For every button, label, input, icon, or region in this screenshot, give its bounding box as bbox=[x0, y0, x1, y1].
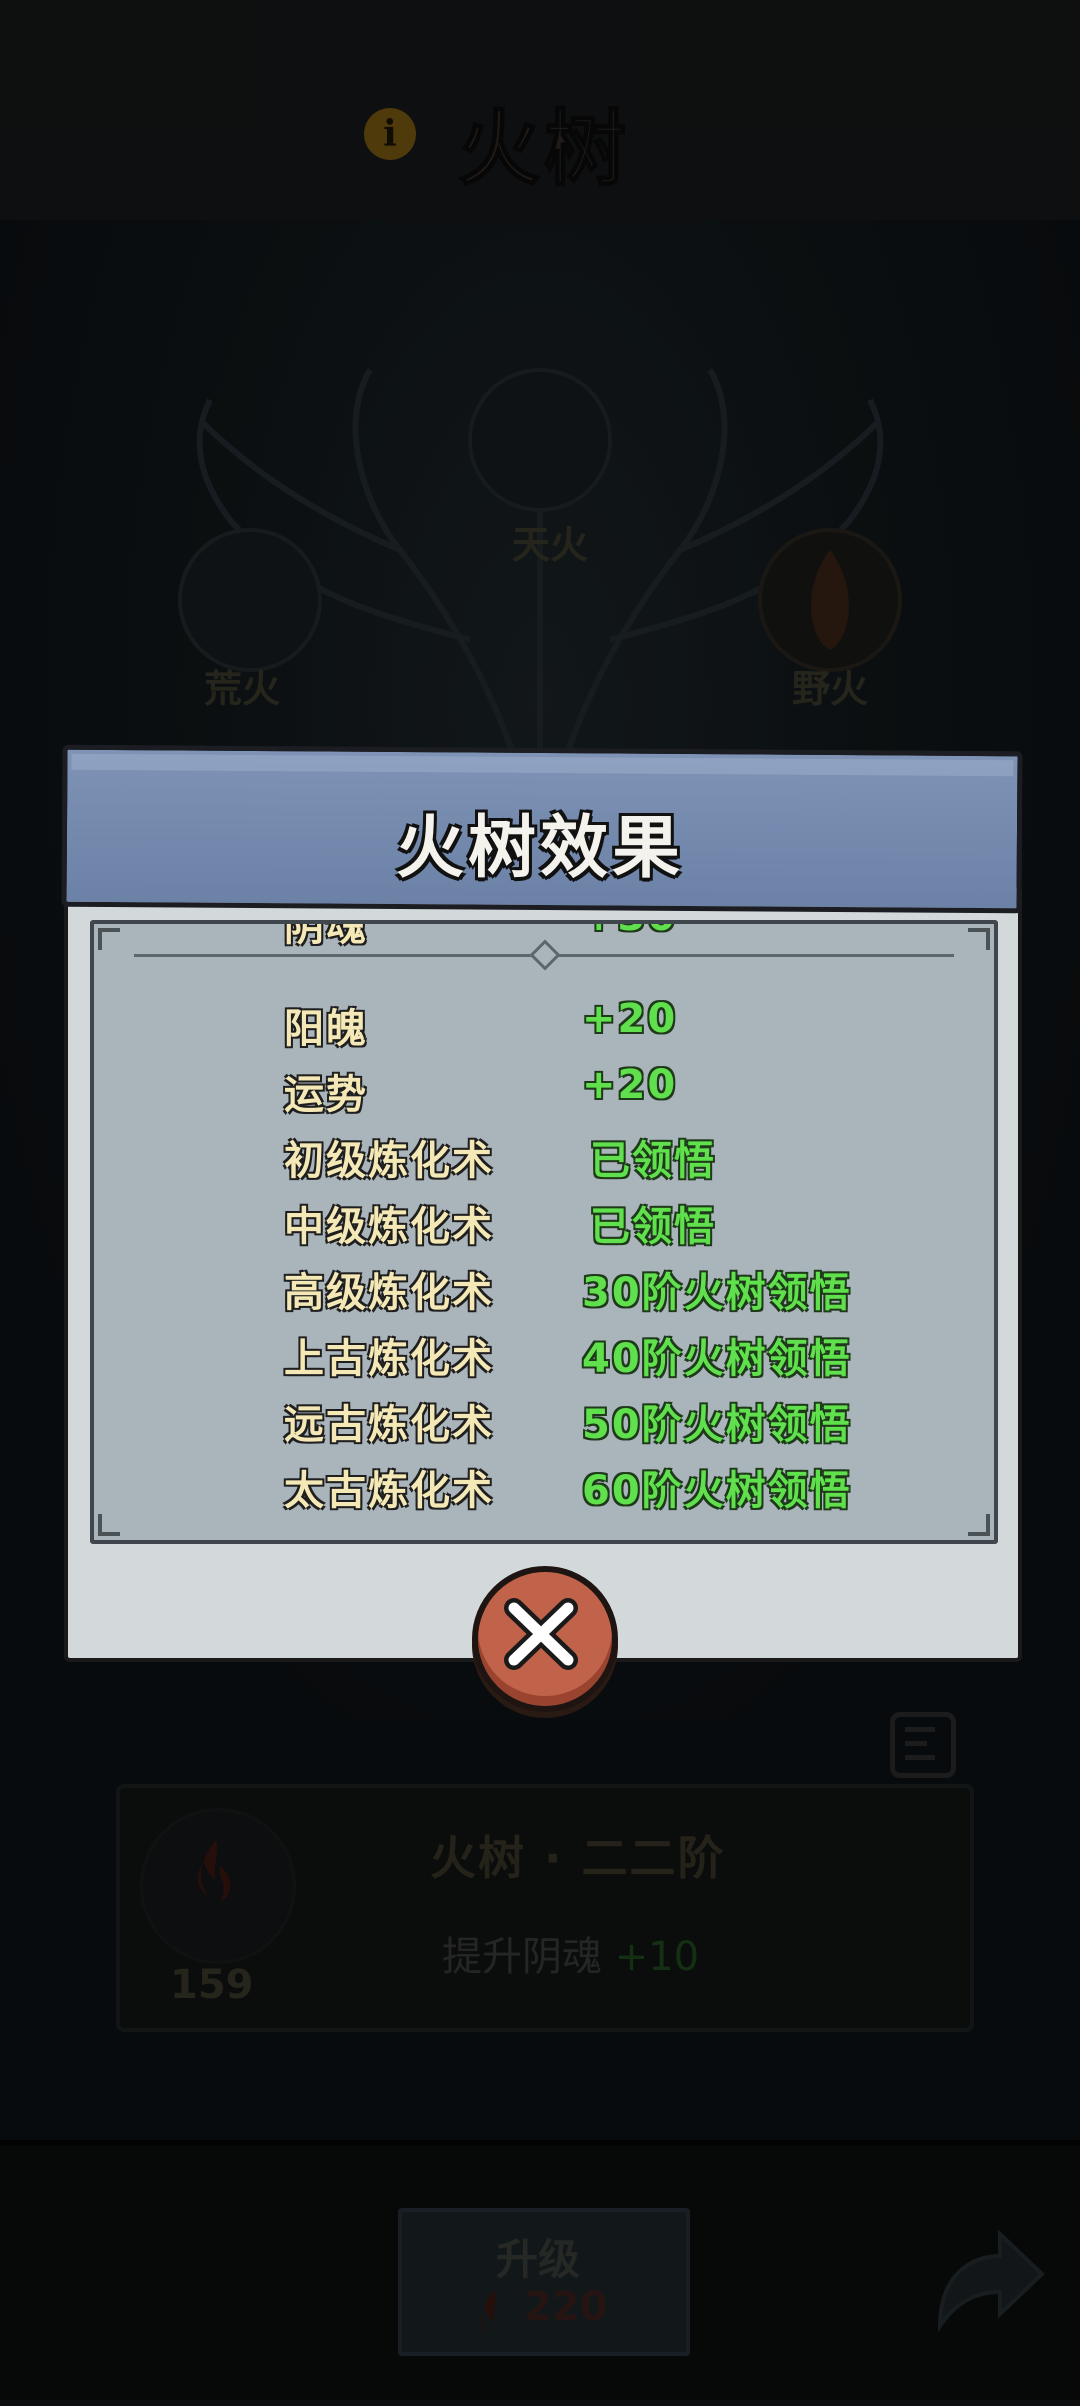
effect-row: 运势 +20 bbox=[94, 1062, 994, 1128]
effect-name: 高级炼化术 bbox=[284, 1270, 494, 1316]
close-button[interactable] bbox=[472, 1566, 618, 1712]
effect-name: 太古炼化术 bbox=[284, 1468, 494, 1514]
effect-value: 60阶火树领悟 bbox=[582, 1468, 852, 1514]
effect-value: 已领悟 bbox=[590, 1204, 716, 1250]
effect-row: 阴魂 +30 bbox=[94, 920, 994, 952]
close-icon bbox=[504, 1598, 578, 1670]
effect-row: 太古炼化术 60阶火树领悟 bbox=[94, 1458, 994, 1524]
effect-name: 初级炼化术 bbox=[284, 1138, 494, 1184]
effect-name: 远古炼化术 bbox=[284, 1402, 494, 1448]
effect-row: 高级炼化术 30阶火树领悟 bbox=[94, 1260, 994, 1326]
effect-value: 已领悟 bbox=[590, 1138, 716, 1184]
effect-row: 初级炼化术 已领悟 bbox=[94, 1128, 994, 1194]
effects-panel[interactable]: 阴魂 +30 阳魄 +20 运势 +20 初级炼化术 已领悟 中级炼化术 已领悟… bbox=[90, 920, 998, 1544]
effect-row: 上古炼化术 40阶火树领悟 bbox=[94, 1326, 994, 1392]
effect-row: 阳魄 +20 bbox=[94, 996, 994, 1062]
effect-value: 30阶火树领悟 bbox=[582, 1270, 852, 1316]
effect-name: 阳魄 bbox=[284, 1006, 368, 1052]
effect-row: 远古炼化术 50阶火树领悟 bbox=[94, 1392, 994, 1458]
effect-name: 阴魂 bbox=[284, 920, 368, 950]
effect-name: 运势 bbox=[284, 1072, 368, 1118]
modal-title: 火树效果 bbox=[395, 809, 684, 888]
effect-name: 中级炼化术 bbox=[284, 1204, 494, 1250]
effect-value: 50阶火树领悟 bbox=[582, 1402, 852, 1448]
effect-row: 中级炼化术 已领悟 bbox=[94, 1194, 994, 1260]
effect-value: +20 bbox=[582, 996, 678, 1042]
effect-name: 上古炼化术 bbox=[284, 1336, 494, 1382]
effect-value: +30 bbox=[582, 924, 677, 940]
effect-value: 40阶火树领悟 bbox=[582, 1336, 852, 1382]
effect-value: +20 bbox=[582, 1062, 678, 1108]
